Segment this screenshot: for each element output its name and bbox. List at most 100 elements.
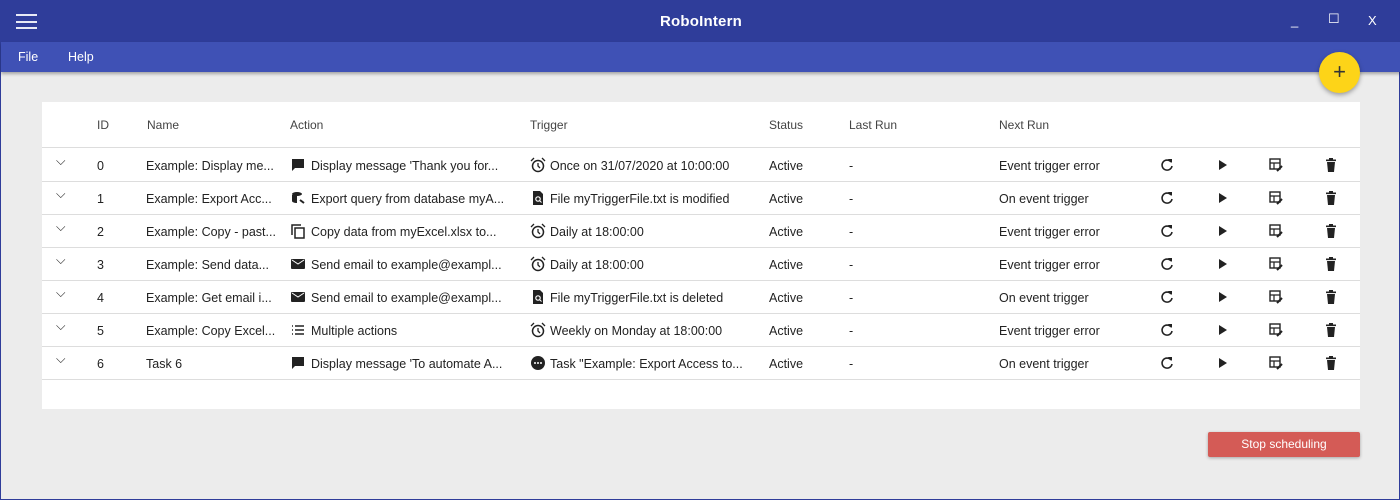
task-name: Example: Copy - past... (146, 225, 276, 239)
file-search-icon (530, 190, 546, 206)
delete-icon[interactable] (1323, 355, 1339, 374)
table-row[interactable]: ⌵ 4 Example: Get email i... Send email t… (42, 281, 1360, 314)
alarm-icon (530, 322, 546, 338)
edit-icon[interactable] (1268, 322, 1284, 341)
email-icon (290, 289, 306, 305)
task-next-run: On event trigger (999, 192, 1089, 206)
task-action: Multiple actions (311, 324, 398, 338)
table-row[interactable]: ⌵ 6 Task 6 Display message 'To automate … (42, 347, 1360, 380)
refresh-icon[interactable] (1159, 355, 1175, 374)
refresh-icon[interactable] (1159, 223, 1175, 242)
delete-icon[interactable] (1323, 256, 1339, 275)
maximize-button[interactable]: ☐ (1328, 11, 1340, 27)
col-last-run: Last Run (849, 118, 898, 132)
task-last-run: - (849, 357, 854, 371)
task-id: 6 (97, 357, 104, 371)
edit-icon[interactable] (1268, 256, 1284, 275)
delete-icon[interactable] (1323, 289, 1339, 308)
task-status: Active (769, 291, 804, 305)
menu-file[interactable]: File (18, 50, 38, 64)
task-id: 4 (97, 291, 104, 305)
table-header: ID Name Action Trigger Status Last Run N… (42, 102, 1360, 148)
task-action: Export query from database myA... (311, 192, 505, 206)
task-next-run: Event trigger error (999, 225, 1100, 239)
close-button[interactable]: X (1368, 13, 1377, 28)
play-icon[interactable] (1214, 256, 1230, 275)
delete-icon[interactable] (1323, 190, 1339, 209)
task-next-run: Event trigger error (999, 324, 1100, 338)
task-status: Active (769, 225, 804, 239)
database-export-icon (290, 190, 306, 206)
task-name: Example: Copy Excel... (146, 324, 276, 338)
task-next-run: On event trigger (999, 291, 1089, 305)
task-table: ID Name Action Trigger Status Last Run N… (42, 102, 1360, 409)
table-row[interactable]: ⌵ 3 Example: Send data... Send email to … (42, 248, 1360, 281)
table-row[interactable]: ⌵ 5 Example: Copy Excel... Multiple acti… (42, 314, 1360, 347)
menu-help[interactable]: Help (68, 50, 94, 64)
expand-chevron-icon[interactable]: ⌵ (56, 286, 65, 301)
task-trigger: File myTriggerFile.txt is deleted (550, 291, 724, 305)
table-row[interactable]: ⌵ 2 Example: Copy - past... Copy data fr… (42, 215, 1360, 248)
task-action: Display message 'Thank you for... (311, 159, 499, 173)
expand-chevron-icon[interactable]: ⌵ (56, 220, 65, 235)
col-id: ID (97, 118, 109, 132)
expand-chevron-icon[interactable]: ⌵ (56, 253, 65, 268)
refresh-icon[interactable] (1159, 289, 1175, 308)
refresh-icon[interactable] (1159, 190, 1175, 209)
task-next-run: Event trigger error (999, 258, 1100, 272)
play-icon[interactable] (1214, 190, 1230, 209)
play-icon[interactable] (1214, 223, 1230, 242)
task-name: Example: Display me... (146, 159, 274, 173)
expand-chevron-icon[interactable]: ⌵ (56, 154, 65, 169)
play-icon[interactable] (1214, 289, 1230, 308)
task-id: 5 (97, 324, 104, 338)
task-next-run: On event trigger (999, 357, 1089, 371)
task-icon (530, 355, 546, 371)
expand-chevron-icon[interactable]: ⌵ (56, 187, 65, 202)
refresh-icon[interactable] (1159, 256, 1175, 275)
play-icon[interactable] (1214, 322, 1230, 341)
task-last-run: - (849, 324, 854, 338)
task-last-run: - (849, 225, 854, 239)
task-id: 2 (97, 225, 104, 239)
task-trigger: Task "Example: Export Access to... (550, 357, 743, 371)
table-row[interactable]: ⌵ 0 Example: Display me... Display messa… (42, 149, 1360, 182)
minimize-button[interactable]: _ (1291, 13, 1298, 28)
task-next-run: Event trigger error (999, 159, 1100, 173)
play-icon[interactable] (1214, 355, 1230, 374)
edit-icon[interactable] (1268, 355, 1284, 374)
delete-icon[interactable] (1323, 223, 1339, 242)
col-next-run: Next Run (999, 118, 1050, 132)
task-id: 0 (97, 159, 104, 173)
edit-icon[interactable] (1268, 289, 1284, 308)
file-search-icon (530, 289, 546, 305)
edit-icon[interactable] (1268, 157, 1284, 176)
task-action: Send email to example@exampl... (311, 291, 502, 305)
col-trigger: Trigger (530, 118, 568, 132)
play-icon[interactable] (1214, 157, 1230, 176)
edit-icon[interactable] (1268, 190, 1284, 209)
task-status: Active (769, 324, 804, 338)
alarm-icon (530, 256, 546, 272)
delete-icon[interactable] (1323, 157, 1339, 176)
message-icon (290, 355, 306, 371)
add-task-button[interactable]: + (1319, 52, 1360, 93)
col-action: Action (290, 118, 324, 132)
email-icon (290, 256, 306, 272)
task-status: Active (769, 357, 804, 371)
refresh-icon[interactable] (1159, 322, 1175, 341)
task-last-run: - (849, 291, 854, 305)
edit-icon[interactable] (1268, 223, 1284, 242)
task-name: Task 6 (146, 357, 183, 371)
refresh-icon[interactable] (1159, 157, 1175, 176)
table-row[interactable]: ⌵ 1 Example: Export Acc... Export query … (42, 182, 1360, 215)
task-last-run: - (849, 159, 854, 173)
task-trigger: Daily at 18:00:00 (550, 225, 644, 239)
delete-icon[interactable] (1323, 322, 1339, 341)
expand-chevron-icon[interactable]: ⌵ (56, 319, 65, 334)
stop-scheduling-button[interactable]: Stop scheduling (1208, 432, 1360, 457)
task-id: 3 (97, 258, 104, 272)
app-title: RoboIntern (660, 13, 742, 30)
task-action: Display message 'To automate A... (311, 357, 503, 371)
expand-chevron-icon[interactable]: ⌵ (56, 352, 65, 367)
